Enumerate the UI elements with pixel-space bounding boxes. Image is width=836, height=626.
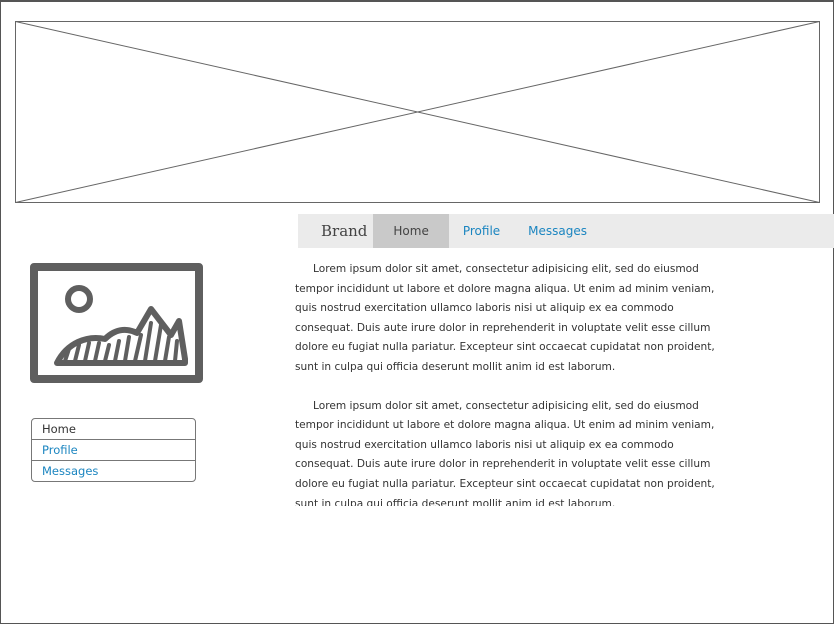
main-content: Lorem ipsum dolor sit amet, consectetur … [295,260,715,506]
content-paragraph: Lorem ipsum dolor sit amet, consectetur … [295,263,715,373]
top-navbar: Brand Home Profile Messages [298,214,834,248]
nav-item-messages[interactable]: Messages [514,214,601,248]
wireframe-canvas: Brand Home Profile Messages Home Profile… [0,0,834,624]
content-paragraph: Lorem ipsum dolor sit amet, consectetur … [295,399,715,506]
sidebar-item-profile[interactable]: Profile [32,439,195,460]
sidebar-item-home[interactable]: Home [32,419,195,439]
nav-item-profile[interactable]: Profile [449,214,514,248]
sidebar-nav: Home Profile Messages [31,418,196,482]
hero-image-placeholder [15,21,820,203]
nav-item-home[interactable]: Home [373,214,449,248]
image-placeholder-icon [29,261,204,385]
sidebar-item-messages[interactable]: Messages [32,460,195,481]
brand-logo-text[interactable]: Brand [298,214,373,248]
